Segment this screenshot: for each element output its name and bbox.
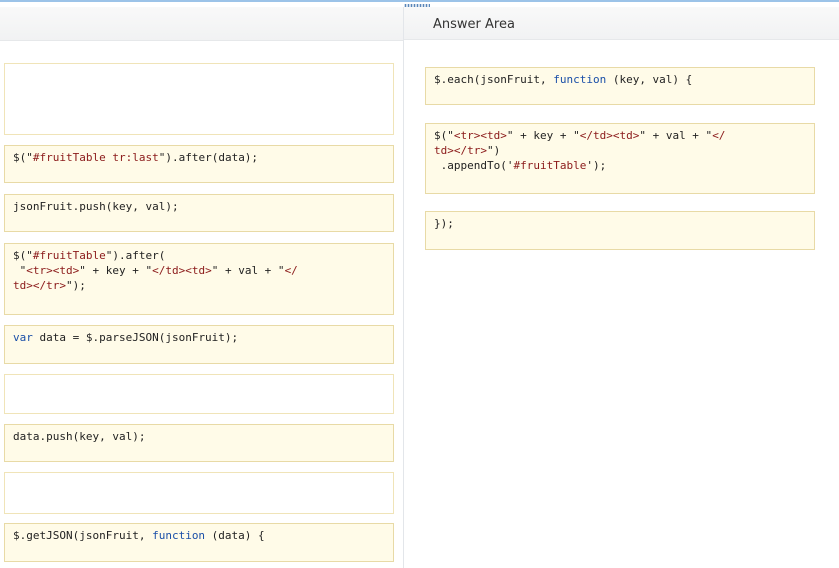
code-tile[interactable]: jsonFruit.push(key, val); [4, 194, 394, 232]
code-text: "); [65, 279, 86, 292]
code-string: #fruitTable [32, 249, 106, 262]
code-tile[interactable]: $.getJSON(jsonFruit, function (data) { [4, 523, 394, 562]
code-text: $.getJSON(jsonFruit, [13, 529, 153, 542]
code-string: </td><td> [579, 129, 640, 142]
code-text: " + key + " [506, 129, 580, 142]
code-string: #fruitTable tr:last [32, 151, 159, 164]
code-text: $.each(jsonFruit, [434, 73, 554, 86]
code-string: </td><td> [152, 264, 212, 277]
code-text: (key, val) { [606, 73, 693, 86]
code-text: " + key + " [79, 264, 153, 277]
code-text: $(" [434, 129, 454, 142]
code-text: " + val + " [211, 264, 285, 277]
empty-source-slot[interactable] [4, 374, 394, 414]
code-tile[interactable]: $("#fruitTable").after( "<tr><td>" + key… [4, 243, 394, 315]
empty-source-slot[interactable] [4, 63, 394, 135]
source-panel-header [0, 7, 403, 41]
code-text: }); [434, 217, 454, 230]
code-text: ").after(data); [158, 151, 259, 164]
empty-source-slot[interactable] [4, 472, 394, 514]
code-tile[interactable]: var data = $.parseJSON(jsonFruit); [4, 325, 394, 364]
code-string: <tr><td> [453, 129, 507, 142]
code-string: #fruitTable [513, 159, 587, 172]
answer-code-tile[interactable]: }); [425, 211, 815, 250]
code-keyword: function [553, 73, 607, 86]
code-text: $(" [13, 249, 33, 262]
code-text: data.push(key, val); [13, 430, 146, 443]
code-keyword: var [13, 331, 33, 344]
code-text: $(" [13, 151, 33, 164]
top-bar [0, 0, 839, 8]
answer-area-title: Answer Area [404, 7, 839, 40]
code-tile[interactable]: data.push(key, val); [4, 424, 394, 462]
code-text: jsonFruit.push(key, val); [13, 200, 179, 213]
code-tile[interactable]: $("#fruitTable tr:last").after(data); [4, 145, 394, 183]
code-text: (data) { [205, 529, 265, 542]
answer-code-tile[interactable]: $("<tr><td>" + key + "</td><td>" + val +… [425, 123, 815, 194]
code-keyword: function [152, 529, 206, 542]
code-text: data = $.parseJSON(jsonFruit); [32, 331, 239, 344]
code-string: <tr><td> [26, 264, 80, 277]
code-text: '); [586, 159, 607, 172]
code-text: " + val + " [639, 129, 713, 142]
answer-code-tile[interactable]: $.each(jsonFruit, function (key, val) { [425, 67, 815, 105]
